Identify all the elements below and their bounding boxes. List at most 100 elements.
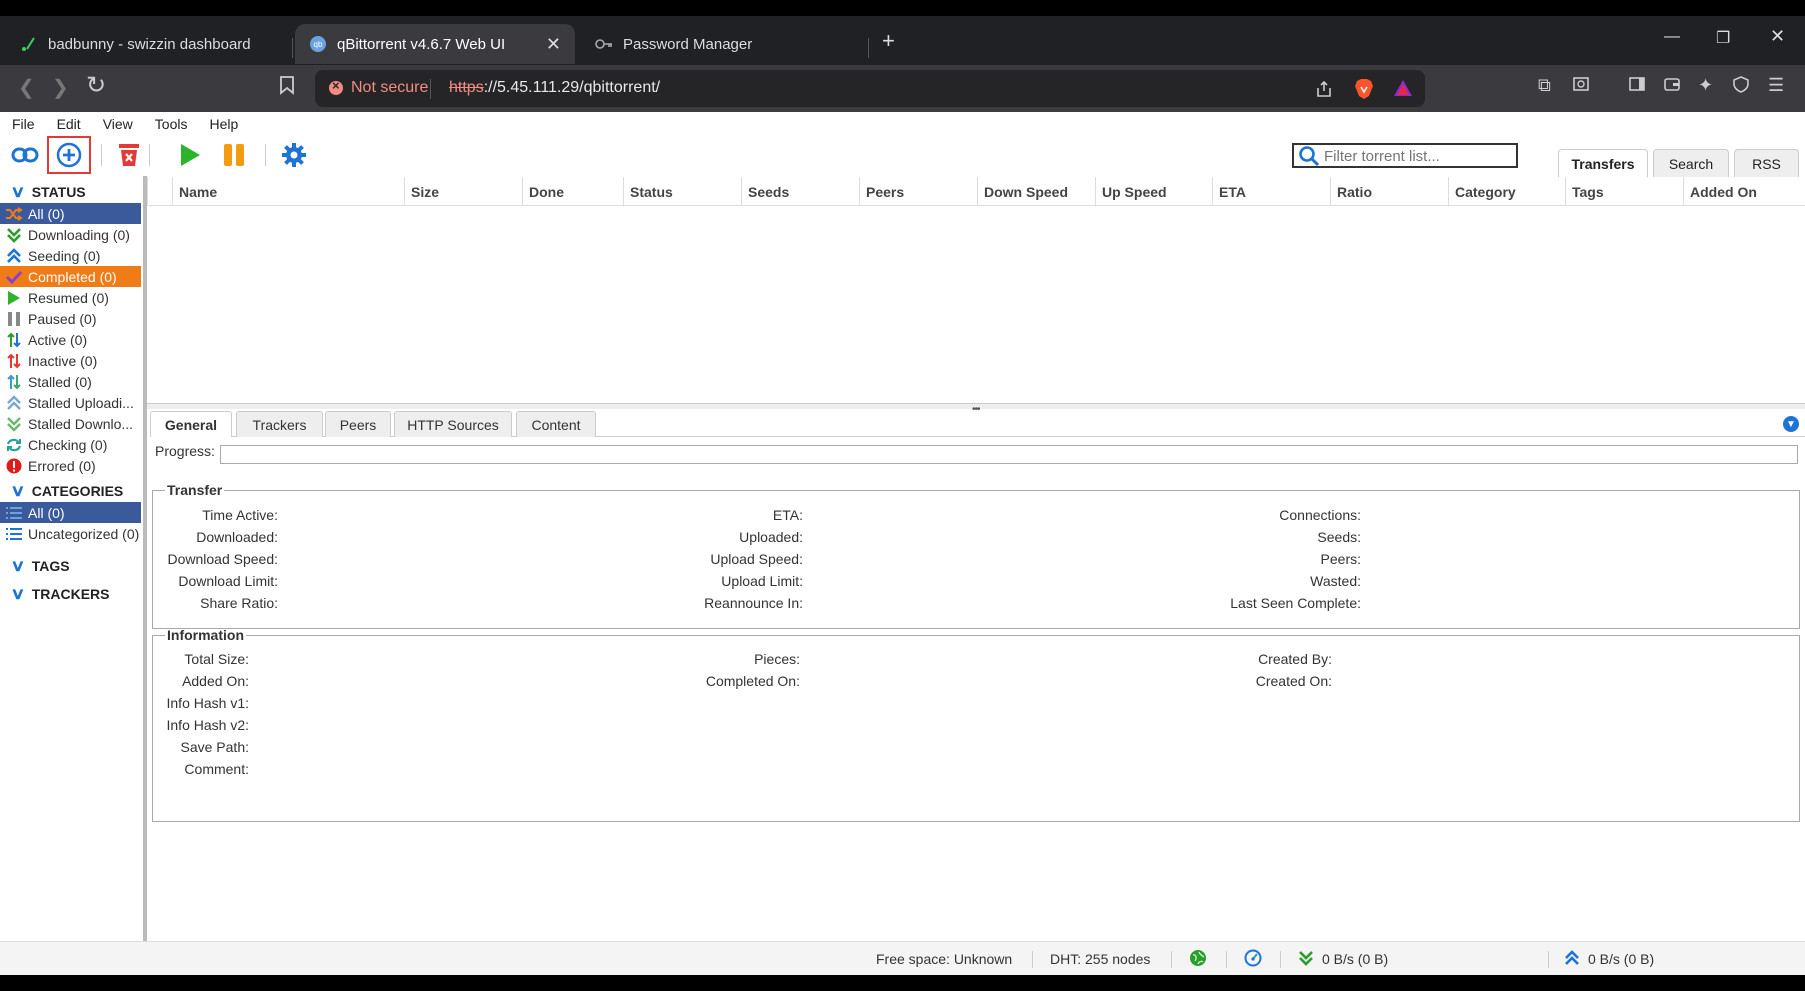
column-up-speed[interactable]: Up Speed xyxy=(1095,177,1212,206)
address-separator xyxy=(430,79,431,99)
column-seeds[interactable]: Seeds xyxy=(741,177,859,206)
filter-stalled[interactable]: Stalled (0) xyxy=(0,371,141,392)
column-ratio[interactable]: Ratio xyxy=(1330,177,1448,206)
information-group: Information xyxy=(152,627,1800,822)
category-uncategorized[interactable]: Uncategorized (0) xyxy=(0,523,141,544)
delete-button[interactable] xyxy=(115,141,143,169)
filter-errored[interactable]: Errored (0) xyxy=(0,455,141,476)
tab-trackers[interactable]: Trackers xyxy=(236,411,323,437)
column-peers[interactable]: Peers xyxy=(859,177,977,206)
column-name[interactable]: Name xyxy=(172,177,404,206)
connection-status-icon[interactable] xyxy=(1189,949,1207,970)
filter-seeding[interactable]: Seeding (0) xyxy=(0,245,141,266)
resume-button[interactable] xyxy=(176,141,204,169)
brave-shield-icon[interactable] xyxy=(1354,78,1374,105)
information-field-label: Completed On: xyxy=(705,673,800,689)
menu-help[interactable]: Help xyxy=(209,116,238,132)
category-all[interactable]: All (0) xyxy=(0,502,141,523)
filter-inactive[interactable]: Inactive (0) xyxy=(0,350,141,371)
column-select[interactable] xyxy=(147,177,172,206)
new-tab-icon[interactable]: + xyxy=(882,28,895,54)
filter-all[interactable]: All (0) xyxy=(0,203,141,224)
filter-label: Errored (0) xyxy=(28,457,96,474)
address-bar[interactable]: Not secure https://5.45.111.29/qbittorre… xyxy=(315,70,1425,107)
options-button[interactable] xyxy=(280,141,308,169)
extensions-icon[interactable]: ⧉ xyxy=(1538,75,1551,96)
menu-tools[interactable]: Tools xyxy=(155,116,188,132)
collapse-panel-icon[interactable]: ▼ xyxy=(1783,416,1799,432)
add-torrent-file-button[interactable] xyxy=(47,136,91,174)
tab-rss[interactable]: RSS xyxy=(1734,149,1799,177)
menu-view[interactable]: View xyxy=(103,116,133,132)
url-path: ://5.45.111.29/qbittorrent/ xyxy=(483,79,661,96)
filter-completed[interactable]: Completed (0) xyxy=(0,266,141,287)
pause-button[interactable] xyxy=(220,141,248,169)
column-done[interactable]: Done xyxy=(522,177,623,206)
filter-stalled-downloading[interactable]: Stalled Downlo... xyxy=(0,413,141,434)
wallet-icon[interactable] xyxy=(1663,75,1681,98)
filter-active[interactable]: Active (0) xyxy=(0,329,141,350)
leo-ai-icon[interactable]: ✦ xyxy=(1698,75,1713,96)
up-down-arrows-icon xyxy=(5,373,23,391)
reload-icon[interactable]: ↻ xyxy=(86,71,106,100)
column-category[interactable]: Category xyxy=(1448,177,1565,206)
tab-transfers[interactable]: Transfers xyxy=(1558,149,1648,177)
security-status[interactable]: Not secure xyxy=(351,79,428,97)
tab-http-sources[interactable]: HTTP Sources xyxy=(394,411,512,437)
filter-torrent-input[interactable] xyxy=(1324,147,1510,165)
svg-text:qb: qb xyxy=(314,40,323,49)
sidebar-toggle-icon[interactable] xyxy=(1628,75,1646,98)
minimize-icon[interactable]: — xyxy=(1664,28,1680,46)
status-section-header[interactable]: ∨ STATUS xyxy=(10,182,85,202)
forward-icon[interactable]: ❯ xyxy=(52,75,69,100)
browser-tab-password-manager[interactable]: Password Manager xyxy=(583,24,863,64)
close-icon[interactable]: ✕ xyxy=(546,34,561,55)
browser-menu-icon[interactable]: ☰ xyxy=(1768,75,1784,96)
browser-tab-swizzin[interactable]: badbunny - swizzin dashboard xyxy=(8,24,288,64)
transfer-field-label: Upload Limit: xyxy=(721,573,803,589)
speed-limit-icon[interactable] xyxy=(1244,949,1262,970)
tab-content[interactable]: Content xyxy=(516,411,596,437)
transfer-field-label: Upload Speed: xyxy=(710,551,803,567)
brave-rewards-icon[interactable] xyxy=(1393,78,1413,103)
gear-icon xyxy=(282,143,306,167)
filter-downloading[interactable]: Downloading (0) xyxy=(0,224,141,245)
browser-tab-qbittorrent[interactable]: qb qBittorrent v4.6.7 Web UI ✕ xyxy=(295,24,575,64)
torrent-table-body[interactable] xyxy=(147,206,1805,403)
upload-speed-icon xyxy=(1564,950,1580,969)
double-chevron-up-icon xyxy=(5,247,23,265)
refresh-icon xyxy=(5,436,23,454)
share-icon[interactable] xyxy=(1315,80,1333,103)
menu-file[interactable]: File xyxy=(12,116,35,132)
filter-label: All (0) xyxy=(28,205,65,222)
filter-label: Seeding (0) xyxy=(28,247,101,264)
restore-icon[interactable]: ❐ xyxy=(1716,28,1730,48)
menu-edit[interactable]: Edit xyxy=(57,116,81,132)
categories-section-header[interactable]: ∨ CATEGORIES xyxy=(10,481,123,501)
filter-paused[interactable]: Paused (0) xyxy=(0,308,141,329)
tab-peers[interactable]: Peers xyxy=(325,411,391,437)
back-icon[interactable]: ❮ xyxy=(18,75,35,100)
column-eta[interactable]: ETA xyxy=(1212,177,1330,206)
tab-general[interactable]: General xyxy=(150,411,232,437)
play-icon xyxy=(5,289,23,307)
transfer-field-label: Seeds: xyxy=(1317,529,1361,545)
window-close-icon[interactable]: ✕ xyxy=(1770,26,1785,47)
tab-search[interactable]: Search xyxy=(1653,149,1729,177)
screenshot-icon[interactable] xyxy=(1572,75,1590,98)
column-status[interactable]: Status xyxy=(623,177,741,206)
column-tags[interactable]: Tags xyxy=(1565,177,1683,206)
vpn-icon[interactable] xyxy=(1732,75,1750,98)
filter-stalled-uploading[interactable]: Stalled Uploadi... xyxy=(0,392,141,413)
trackers-section-header[interactable]: ∨ TRACKERS xyxy=(10,584,109,604)
panel-resize-handle[interactable]: ••• xyxy=(147,403,1805,415)
bookmark-icon[interactable] xyxy=(279,75,295,101)
add-torrent-link-button[interactable] xyxy=(11,141,39,169)
column-added-on[interactable]: Added On xyxy=(1683,177,1801,206)
url-text[interactable]: https://5.45.111.29/qbittorrent/ xyxy=(449,79,660,97)
column-size[interactable]: Size xyxy=(404,177,522,206)
filter-checking[interactable]: Checking (0) xyxy=(0,434,141,455)
tags-section-header[interactable]: ∨ TAGS xyxy=(10,556,69,576)
column-down-speed[interactable]: Down Speed xyxy=(977,177,1095,206)
filter-resumed[interactable]: Resumed (0) xyxy=(0,287,141,308)
